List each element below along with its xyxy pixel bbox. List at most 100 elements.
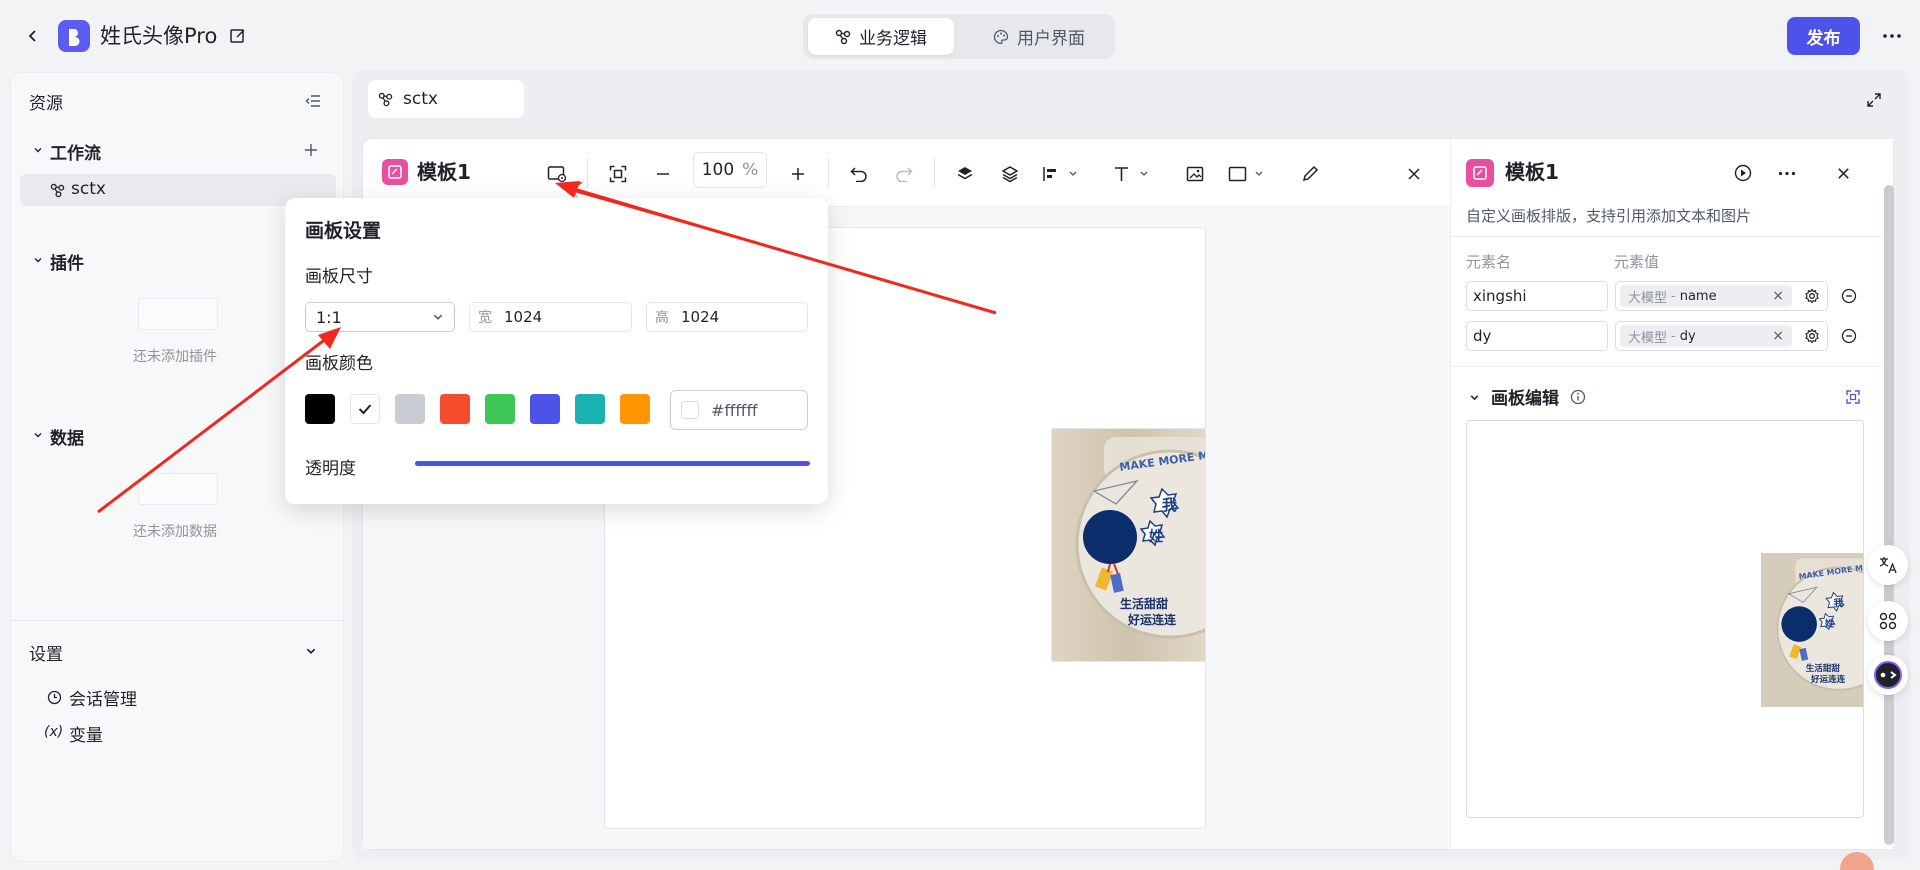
color-swatch[interactable] — [485, 394, 515, 424]
tab-user-interface[interactable]: 用户界面 — [966, 18, 1112, 55]
align-dropdown[interactable] — [1040, 160, 1084, 188]
apps-grid-icon[interactable] — [1868, 601, 1908, 641]
reference-source: 大模型 — [1628, 330, 1668, 346]
color-swatch[interactable] — [440, 394, 470, 424]
height-value: 1024 — [681, 308, 720, 326]
color-swatch[interactable] — [620, 394, 650, 424]
gear-icon[interactable] — [1801, 325, 1823, 347]
text-dropdown[interactable] — [1111, 160, 1155, 188]
canvas-edit-section-title[interactable]: 画板编辑 — [1491, 384, 1559, 409]
data-empty-text: 还未添加数据 — [133, 524, 217, 540]
zoom-value: 100 — [701, 160, 735, 180]
remove-reference-icon[interactable]: × — [1772, 328, 1784, 344]
reference-source: 大模型 — [1628, 290, 1668, 306]
canvas-image-element[interactable]: MAKE MORE MO 我 姓 生活甜甜 好运连连 — [1051, 428, 1206, 662]
edit-icon[interactable] — [226, 24, 250, 48]
color-swatch[interactable] — [305, 394, 335, 424]
zoom-in-icon[interactable] — [784, 160, 812, 188]
run-icon[interactable] — [1730, 160, 1756, 186]
color-swatch[interactable] — [395, 394, 425, 424]
plugins-section-label[interactable]: 插件 — [50, 249, 84, 274]
close-panel-icon[interactable] — [1830, 160, 1856, 186]
more-icon[interactable] — [1774, 160, 1800, 186]
template-icon — [382, 159, 408, 185]
tab-label: sctx — [403, 89, 438, 109]
gear-icon[interactable] — [1801, 285, 1823, 307]
width-label: 宽 — [478, 310, 492, 326]
tab-user-interface-label: 用户界面 — [1017, 29, 1085, 49]
settings-section-label[interactable]: 设置 — [29, 640, 63, 665]
sidebar-item-variables[interactable]: 变量 — [69, 721, 103, 746]
reference-field: name — [1679, 288, 1717, 304]
width-input[interactable]: 宽 1024 — [469, 302, 632, 332]
canvas-settings-icon[interactable] — [543, 160, 571, 188]
plugins-empty-text: 还未添加插件 — [133, 349, 217, 365]
pen-icon[interactable] — [1296, 160, 1324, 188]
chevron-down-icon[interactable] — [30, 252, 46, 268]
toolbar-separator — [587, 158, 588, 188]
chevron-down-icon[interactable] — [1466, 389, 1482, 405]
layers-icon[interactable] — [996, 160, 1024, 188]
zoom-out-icon[interactable] — [649, 160, 677, 188]
remove-row-icon[interactable] — [1838, 285, 1860, 307]
chevron-down-icon[interactable] — [30, 142, 46, 158]
assistant-bot-icon[interactable] — [1868, 655, 1908, 695]
expand-editor-icon[interactable] — [1842, 386, 1864, 408]
opacity-slider-fill — [415, 461, 810, 466]
redo-icon[interactable] — [890, 160, 918, 188]
canvas-image-tag-1: 我 — [1162, 496, 1177, 514]
preview-image-line-1: 生活甜甜 — [1806, 662, 1841, 674]
image-icon[interactable] — [1181, 160, 1209, 188]
zoom-input[interactable]: 100 % — [693, 152, 767, 188]
color-preview-chip — [681, 401, 699, 419]
app-name: 姓氏头像Pro — [100, 24, 218, 48]
collapse-sidebar-icon[interactable] — [302, 90, 324, 112]
publish-button[interactable]: 发布 — [1787, 17, 1860, 55]
remove-row-icon[interactable] — [1838, 325, 1860, 347]
aspect-ratio-value: 1:1 — [316, 307, 342, 327]
color-swatch[interactable] — [575, 394, 605, 424]
element-name-input[interactable]: dy — [1466, 321, 1608, 351]
data-section-label[interactable]: 数据 — [50, 424, 84, 449]
close-editor-icon[interactable] — [1400, 160, 1428, 188]
app-logo — [58, 20, 90, 52]
tab-business-logic[interactable]: 业务逻辑 — [808, 18, 954, 55]
tab-sctx[interactable]: sctx — [368, 80, 524, 118]
back-arrow-icon[interactable] — [20, 23, 46, 49]
template-title: 模板1 — [417, 160, 471, 184]
zoom-unit: % — [742, 160, 759, 180]
shape-dropdown[interactable] — [1226, 160, 1270, 188]
toolbar-separator — [828, 158, 829, 188]
workflow-section-label[interactable]: 工作流 — [50, 139, 101, 164]
color-swatch[interactable] — [350, 394, 380, 424]
remove-reference-icon[interactable]: × — [1772, 288, 1784, 304]
hex-color-input[interactable]: #ffffff — [670, 390, 808, 430]
workflow-icon — [835, 29, 851, 45]
width-value: 1024 — [504, 308, 543, 326]
sidebar-item-session-management[interactable]: 会话管理 — [69, 685, 137, 710]
chevron-down-icon[interactable] — [302, 642, 320, 660]
canvas-image-line-1: 生活甜甜 — [1120, 596, 1168, 611]
bring-forward-icon[interactable] — [951, 160, 979, 188]
chevron-down-icon — [432, 311, 444, 323]
add-workflow-icon[interactable] — [300, 139, 322, 161]
expand-icon[interactable] — [1862, 88, 1886, 112]
color-swatch[interactable] — [530, 394, 560, 424]
element-name-input[interactable]: xingshi — [1466, 281, 1608, 311]
panel-scrollbar[interactable] — [1884, 185, 1894, 845]
preview-image-element[interactable]: MAKE MORE MO 我 姓 生活甜甜 好运连连 — [1761, 552, 1863, 708]
aspect-ratio-select[interactable]: 1:1 — [305, 302, 455, 332]
sidebar-item-label: sctx — [71, 179, 106, 199]
height-input[interactable]: 高 1024 — [646, 302, 808, 332]
element-value-field[interactable]: 大模型 - name × — [1615, 281, 1828, 311]
variable-reference-tag: 大模型 - name × — [1620, 285, 1792, 307]
chevron-down-icon[interactable] — [30, 427, 46, 443]
translate-icon[interactable] — [1868, 545, 1908, 585]
undo-icon[interactable] — [845, 160, 873, 188]
preview-image-tag-2: 姓 — [1824, 618, 1835, 630]
variable-icon: (x) — [44, 724, 64, 740]
fit-screen-icon[interactable] — [604, 160, 632, 188]
more-icon[interactable] — [1878, 22, 1906, 50]
element-value-field[interactable]: 大模型 - dy × — [1615, 321, 1828, 351]
info-icon[interactable] — [1567, 386, 1589, 408]
